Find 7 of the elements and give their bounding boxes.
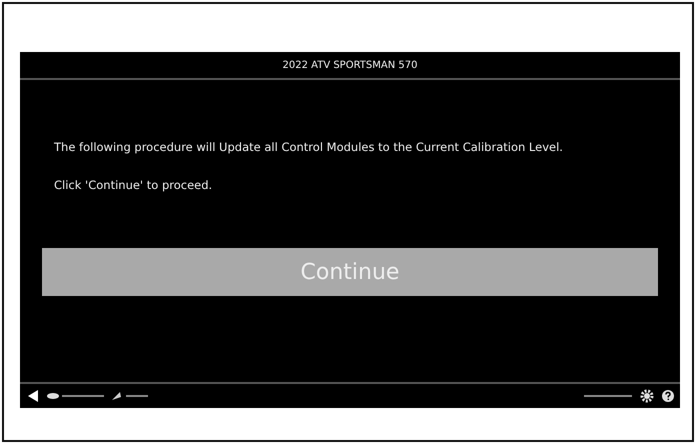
message-text: The following procedure will Update all Control Modules to the Current Calibration Level. — [54, 140, 564, 154]
settings-icon[interactable] — [640, 389, 654, 403]
message-text: Click 'Continue' to proceed. — [54, 178, 214, 192]
continue-button[interactable]: Continue — [42, 248, 658, 296]
help-icon[interactable] — [662, 390, 674, 402]
back-icon[interactable] — [28, 390, 38, 402]
screen-title: 2022 ATV SPORTSMAN 570 — [282, 60, 418, 70]
